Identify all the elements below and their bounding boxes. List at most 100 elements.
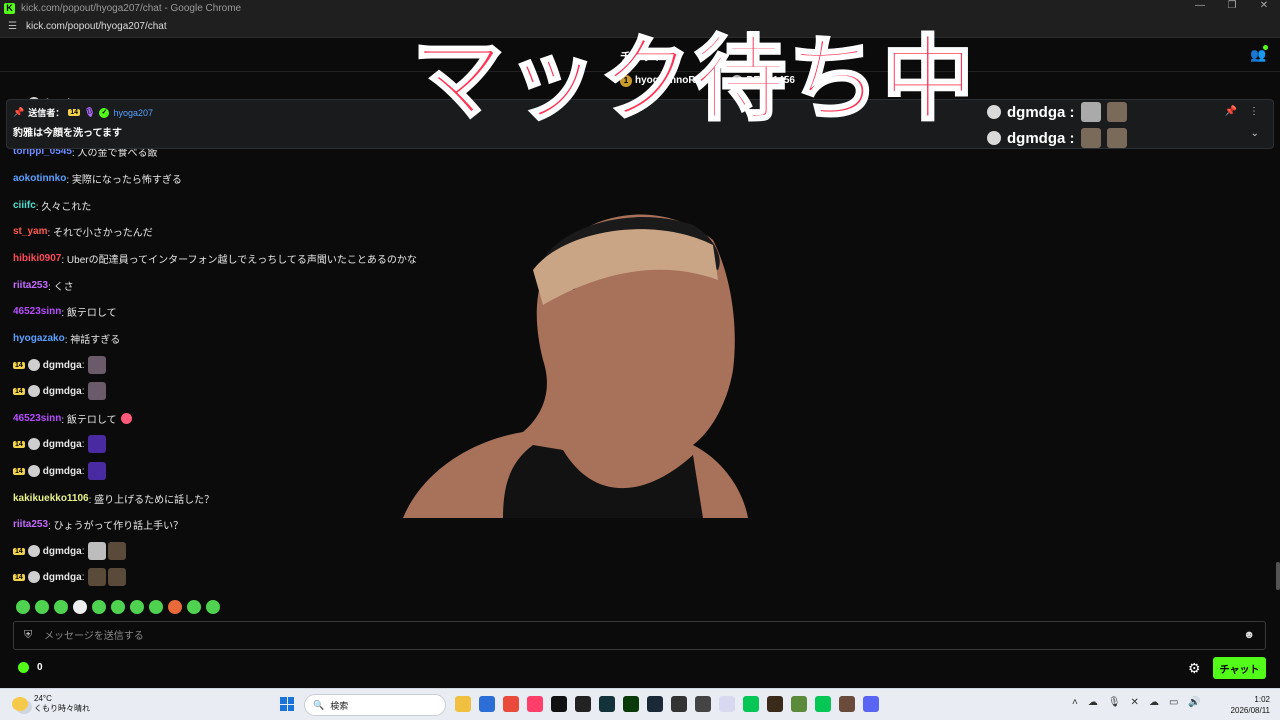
window-controls: — ❐ ✕ [1184, 0, 1280, 11]
chevron-down-icon[interactable]: ⌄ [1251, 128, 1259, 139]
message-username[interactable]: riita253 [13, 519, 48, 530]
chat-message-input[interactable] [44, 626, 1224, 646]
message-username[interactable]: hyogazako [13, 333, 65, 344]
discord-icon[interactable] [863, 696, 879, 712]
app-icon[interactable] [839, 696, 855, 712]
close-icon[interactable]: ✕ [1248, 0, 1280, 11]
emote-button[interactable] [149, 600, 163, 614]
windows-taskbar: 24°C くもり時々晴れ 🔍 検索 ˄ ☁ 🎙 ✕ ☁ ▭ 🔊 1:02 202… [0, 688, 1280, 720]
avatar [987, 131, 1001, 145]
chat-message: riita253 : くさ [13, 276, 74, 294]
emote-button[interactable] [92, 600, 106, 614]
weather-widget[interactable]: 24°C くもり時々晴れ [12, 694, 90, 714]
display-icon[interactable]: ▭ [1169, 697, 1178, 708]
taskbar-search[interactable]: 🔍 検索 [304, 694, 446, 716]
message-username[interactable]: ciiifc [13, 200, 36, 211]
message-text: : [81, 438, 85, 450]
chat-message: riita253 : ひょうがって作り話上手い？ [13, 515, 183, 533]
points-count: 0 [37, 662, 43, 673]
windows-start-icon[interactable] [280, 697, 294, 711]
site-settings-icon[interactable]: ☰ [8, 21, 20, 32]
pinned-username[interactable]: hyoga207 [113, 108, 153, 118]
chat-scrollbar[interactable] [1276, 562, 1280, 590]
side-username[interactable]: dgmdga : [1007, 104, 1075, 121]
message-text: : [81, 385, 85, 397]
message-username[interactable]: 46523sinn [13, 306, 61, 317]
chat-input-box[interactable]: ⛨ ☻ [13, 621, 1266, 650]
app-icon[interactable] [575, 696, 591, 712]
app-icon[interactable] [527, 696, 543, 712]
chat-message: 14 dgmdga : [13, 462, 107, 480]
verified-check-icon: ✓ [99, 107, 110, 118]
emote-button[interactable] [187, 600, 201, 614]
message-username[interactable]: dgmdga [43, 360, 82, 371]
message-username[interactable]: dgmdga [43, 572, 82, 583]
taskbar-clock[interactable]: 1:02 2026/08/11 [1226, 694, 1270, 716]
chevron-up-icon[interactable]: ˄ [1072, 697, 1078, 708]
message-username[interactable]: aokotinnko [13, 173, 66, 184]
message-username[interactable]: dgmdga [43, 439, 82, 450]
minecraft-icon[interactable] [791, 696, 807, 712]
emote-button[interactable] [35, 600, 49, 614]
message-username[interactable]: kakikuekko1106 [13, 493, 89, 504]
line-icon[interactable] [743, 696, 759, 712]
emote-image [1106, 102, 1127, 122]
url-text[interactable]: kick.com/popout/hyoga207/chat [26, 21, 167, 32]
onedrive-icon[interactable]: ☁ [1149, 697, 1159, 708]
close-icon[interactable]: ✕ [1131, 697, 1139, 708]
message-username[interactable]: hibiki0907 [13, 253, 61, 264]
app-icon[interactable] [479, 696, 495, 712]
users-icon[interactable]: 👥 [1250, 45, 1268, 63]
emoji-picker-icon[interactable]: ☻ [1243, 629, 1255, 641]
tiktok-icon[interactable] [551, 696, 567, 712]
chrome-icon[interactable] [503, 696, 519, 712]
heart-eyes-emoji-icon [120, 412, 132, 424]
microphone-icon[interactable]: 🎙 [1108, 697, 1121, 708]
emote-button[interactable] [206, 600, 220, 614]
more-options-icon[interactable]: ⋮ [1249, 106, 1259, 117]
chat-message: ciiifc : 久々これた [13, 196, 91, 214]
cloud-icon[interactable]: ☁ [1088, 697, 1098, 708]
line-icon[interactable] [815, 696, 831, 712]
app-icon[interactable] [767, 696, 783, 712]
pin-icon[interactable]: 📌 [1225, 106, 1237, 117]
message-username[interactable]: dgmdga [43, 466, 82, 477]
restore-icon[interactable]: ❐ [1216, 0, 1248, 11]
emote-button[interactable] [16, 600, 30, 614]
message-text: : 神話すぎる [64, 334, 121, 346]
message-username[interactable]: 46523sinn [13, 413, 61, 424]
chat-message: 14 dgmdga : [13, 568, 127, 586]
steam-icon[interactable] [647, 696, 663, 712]
search-icon: 🔍 [313, 699, 325, 710]
message-username[interactable]: st_yam [13, 226, 47, 237]
microphone-icon: 🎙 [84, 107, 96, 117]
kick-logo-icon: K [4, 2, 15, 14]
app-icon[interactable] [671, 696, 687, 712]
send-chat-button[interactable]: チャット [1213, 657, 1266, 679]
message-username[interactable]: dgmdga [43, 386, 82, 397]
emote-button[interactable] [168, 600, 182, 614]
channel-points[interactable]: 0 [18, 662, 43, 673]
taskbar-apps [455, 696, 879, 712]
message-text: : くさ [48, 281, 74, 293]
emote-button[interactable] [130, 600, 144, 614]
emote-button[interactable] [73, 600, 87, 614]
volume-icon[interactable]: 🔊 [1188, 697, 1200, 708]
emote-button[interactable] [54, 600, 68, 614]
shield-icon[interactable]: ⛨ [24, 629, 32, 642]
kick-app-icon[interactable] [623, 696, 639, 712]
message-username[interactable]: riita253 [13, 280, 48, 291]
sub-badge: 14 [68, 109, 81, 116]
message-username[interactable]: dgmdga [43, 546, 82, 557]
message-text: : [81, 359, 85, 371]
minimize-icon[interactable]: — [1184, 0, 1216, 11]
sub-badge: 14 [13, 387, 25, 395]
file-explorer-icon[interactable] [455, 696, 471, 712]
emote-image [108, 568, 127, 586]
gear-icon[interactable]: ⚙ [1188, 660, 1201, 677]
app-icon[interactable] [719, 696, 735, 712]
app-icon[interactable] [599, 696, 615, 712]
side-username[interactable]: dgmdga : [1007, 130, 1075, 147]
app-icon[interactable] [695, 696, 711, 712]
emote-button[interactable] [111, 600, 125, 614]
